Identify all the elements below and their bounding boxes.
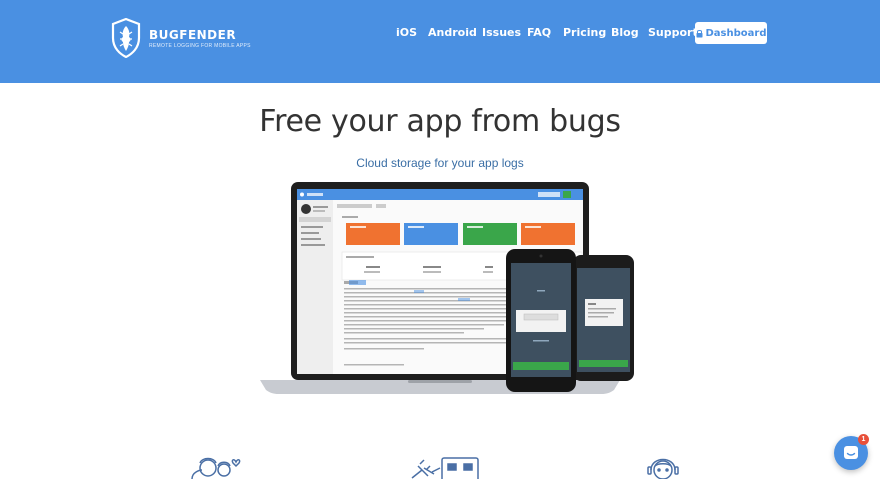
chat-notification-badge: 1 <box>858 434 869 445</box>
nav-item-support[interactable]: Support <box>648 26 698 39</box>
nav-item-blog[interactable]: Blog <box>611 26 639 39</box>
nav-item-ios[interactable]: iOS <box>396 26 417 39</box>
nav-item-issues[interactable]: Issues <box>482 26 521 39</box>
phone-mockup-front <box>506 249 576 392</box>
support-agent-icon <box>647 458 679 479</box>
nav-item-faq[interactable]: FAQ <box>527 26 551 39</box>
plug-device-icon <box>411 457 479 479</box>
top-navbar: BUGFENDER REMOTE LOGGING FOR MOBILE APPS… <box>0 0 880 83</box>
hero-title: Free your app from bugs <box>259 104 621 139</box>
nav-item-android[interactable]: Android <box>428 26 477 39</box>
nav-item-pricing[interactable]: Pricing <box>563 26 606 39</box>
feature-icons-row <box>0 448 880 479</box>
dashboard-label: Dashboard <box>705 27 767 39</box>
hero-subtitle: Cloud storage for your app logs <box>356 156 524 170</box>
chat-icon <box>844 446 858 459</box>
lock-icon <box>696 29 702 37</box>
dashboard-button[interactable]: Dashboard <box>695 22 767 44</box>
phone-mockup-back <box>573 255 634 381</box>
people-heart-icon <box>191 457 241 479</box>
device-illustration <box>260 182 634 394</box>
